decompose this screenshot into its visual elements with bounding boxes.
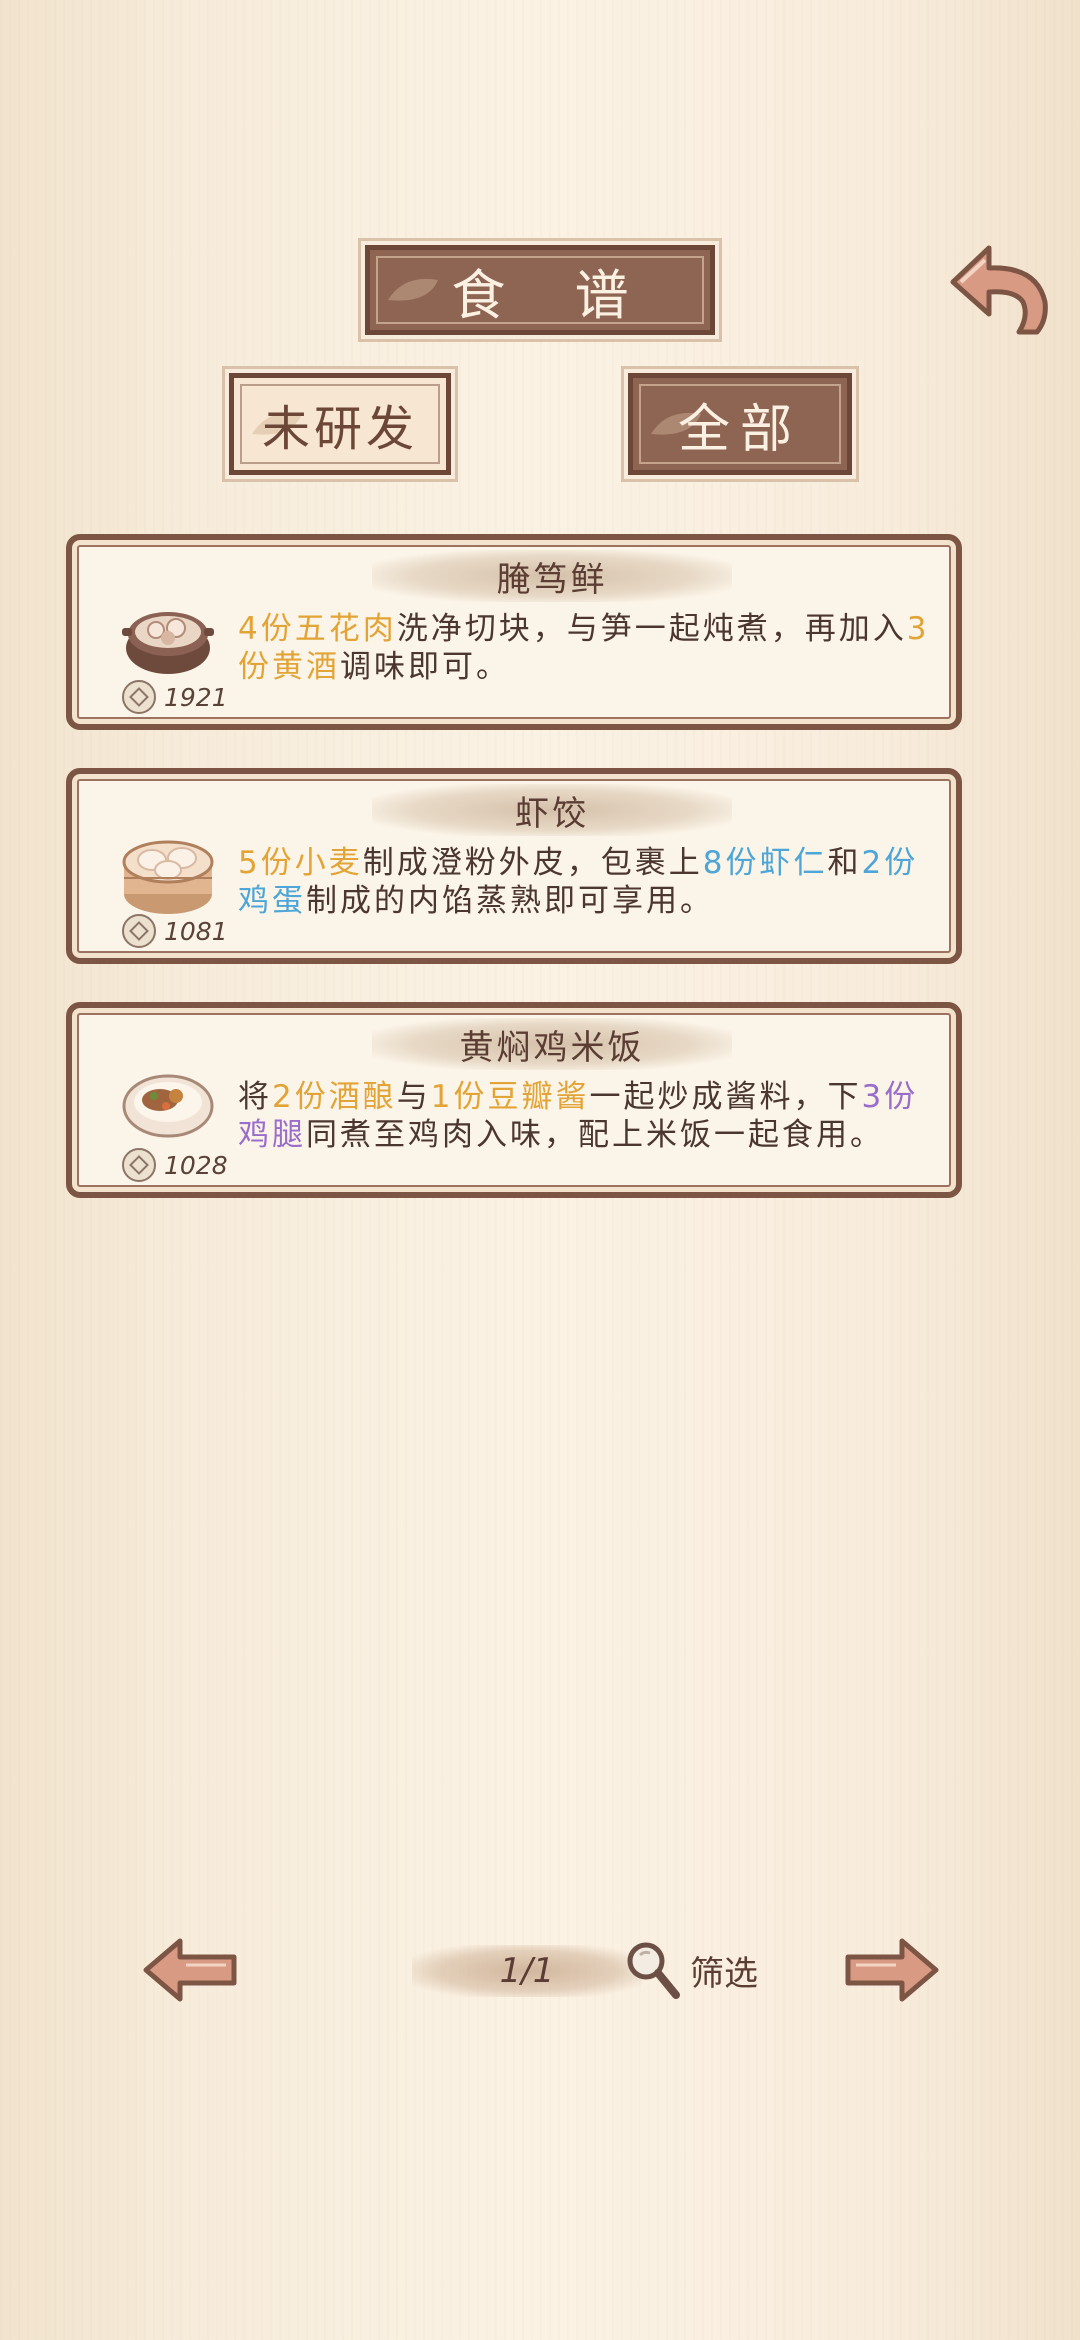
tab-all[interactable]: 全部 <box>628 373 852 475</box>
description-text: 与 <box>396 1079 431 1115</box>
coin-icon <box>122 1148 156 1182</box>
ingredient-text: 4份五花肉 <box>238 611 397 647</box>
price-value: 1081 <box>164 916 228 946</box>
ingredient-text: 8份虾仁 <box>702 845 828 881</box>
steamer-dish-icon <box>122 840 214 914</box>
description-text: 一起炒成酱料，下 <box>589 1079 862 1115</box>
recipe-card[interactable]: 黄焖鸡米饭 1028 将2份酒酿与1份豆瓣酱一起炒成酱料，下3份鸡腿同煮至鸡肉入… <box>66 1002 962 1198</box>
leaf-icon <box>388 278 438 301</box>
recipe-price: 1921 <box>122 678 228 716</box>
recipe-name: 黄焖鸡米饭 <box>372 1018 732 1070</box>
description-text: 制成的内馅蒸熟即可享用。 <box>306 883 714 919</box>
coin-icon <box>122 914 156 948</box>
recipe-name: 腌笃鲜 <box>372 550 732 602</box>
description-text: 同煮至鸡肉入味，配上米饭一起食用。 <box>306 1117 884 1153</box>
recipe-card[interactable]: 腌笃鲜 1921 4份五花肉洗净切块，与笋一起炖煮，再加入3份黄酒调味即可。 <box>66 534 962 730</box>
description-text: 制成澄粉外皮，包裹上 <box>362 845 703 881</box>
back-arrow-icon[interactable] <box>945 240 1055 340</box>
ingredient-text: 5份小麦 <box>238 845 363 881</box>
page-indicator: 1/1 <box>412 1945 642 1997</box>
filter-button[interactable]: 筛选 <box>622 1935 772 2005</box>
description-text: 将 <box>238 1079 272 1115</box>
description-text: 洗净切块，与笋一起炖煮，再加入 <box>396 611 907 647</box>
recipe-description: 将2份酒酿与1份豆瓣酱一起炒成酱料，下3份鸡腿同煮至鸡肉入味，配上米饭一起食用。 <box>238 1078 950 1154</box>
tab-all-label: 全部 <box>677 399 802 460</box>
recipe-card[interactable]: 虾饺 1081 5份小麦制成澄粉外皮，包裹上8份虾仁和2份鸡蛋制成的内馅蒸熟即可… <box>66 768 962 964</box>
tab-undeveloped-label: 未研发 <box>261 401 418 457</box>
next-page-arrow-icon[interactable] <box>842 1935 942 2005</box>
filter-label: 筛选 <box>690 1953 758 1994</box>
tab-undeveloped[interactable]: 未研发 <box>229 373 451 475</box>
prev-page-arrow-icon[interactable] <box>140 1935 240 2005</box>
recipe-description: 4份五花肉洗净切块，与笋一起炖煮，再加入3份黄酒调味即可。 <box>238 610 950 686</box>
recipe-price: 1028 <box>122 1146 228 1184</box>
price-value: 1921 <box>164 682 228 712</box>
ingredient-text: 1份豆瓣酱 <box>430 1079 590 1115</box>
recipe-price: 1081 <box>122 912 228 950</box>
magnifier-icon <box>627 1942 680 1999</box>
recipe-description: 5份小麦制成澄粉外皮，包裹上8份虾仁和2份鸡蛋制成的内馅蒸熟即可享用。 <box>238 844 950 920</box>
recipe-name: 虾饺 <box>372 784 732 836</box>
page-title: 食 谱 <box>365 245 715 335</box>
ingredient-text: 2份酒酿 <box>272 1079 397 1115</box>
description-text: 和 <box>827 845 862 881</box>
price-value: 1028 <box>164 1150 228 1180</box>
coin-icon <box>122 680 156 714</box>
description-text: 调味即可。 <box>340 649 510 685</box>
rice-bowl-icon <box>122 1074 214 1138</box>
pot-dish-icon <box>122 612 214 674</box>
